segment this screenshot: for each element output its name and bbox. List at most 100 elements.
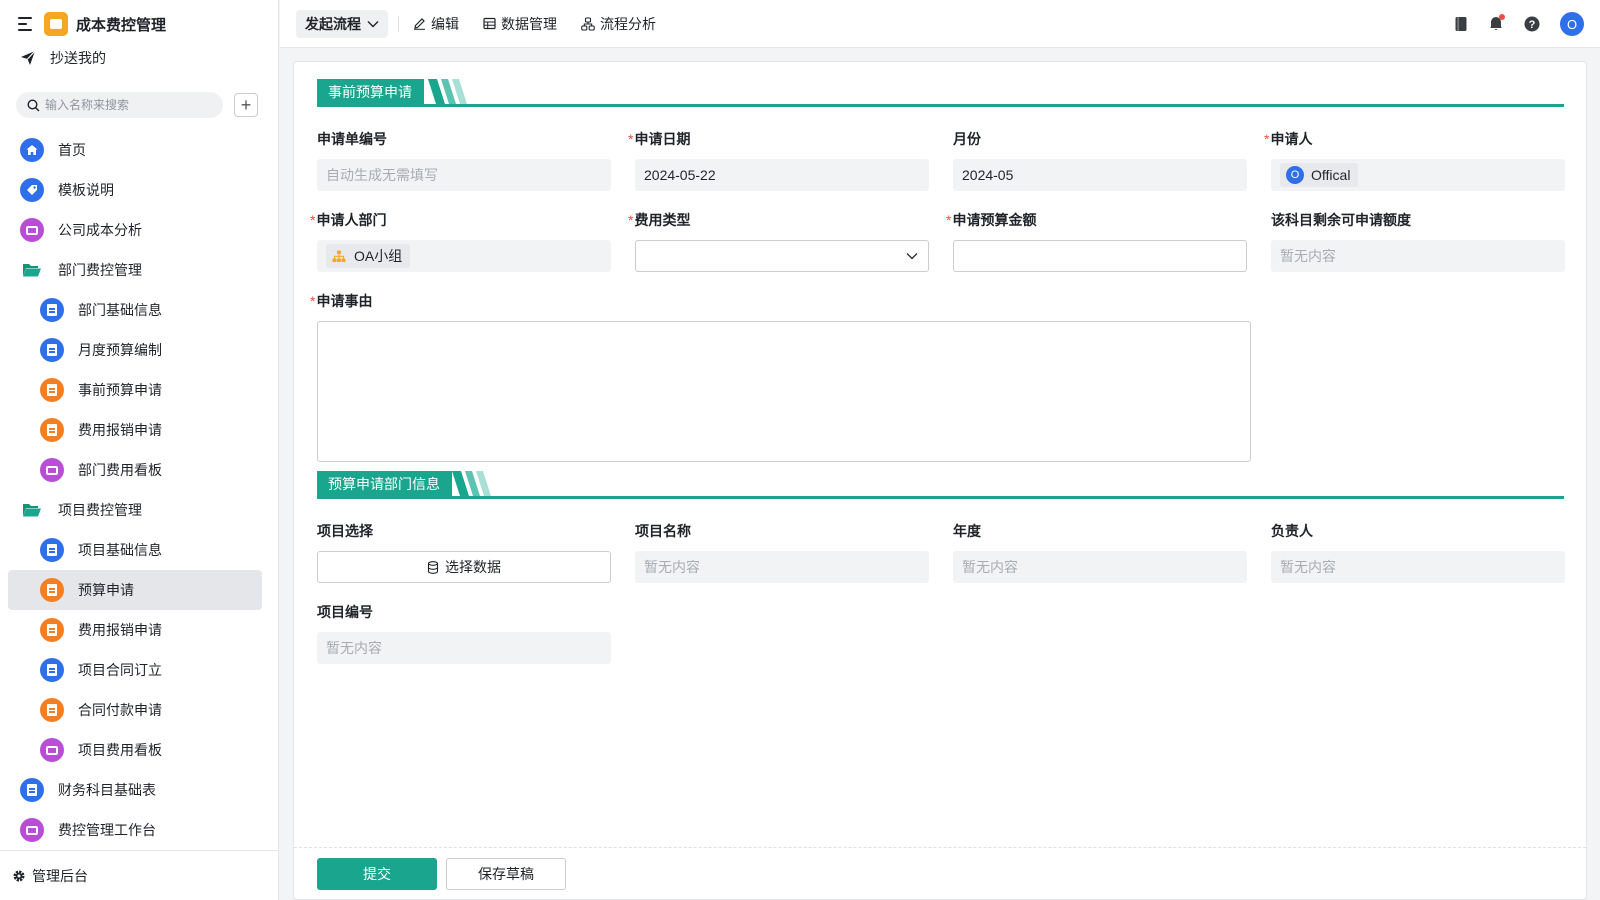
sidebar-item-label: 部门费控管理 <box>58 262 142 278</box>
sidebar-item-dept-cost-group[interactable]: 部门费控管理 <box>0 250 279 290</box>
sidebar-item-budget-request[interactable]: 预算申请 <box>8 570 262 610</box>
dashboard-icon <box>20 818 44 842</box>
edit-button[interactable]: 编辑 <box>413 14 459 34</box>
applicant-field[interactable]: O Offical <box>1271 159 1565 191</box>
sidebar-item-project-expense-reimbursement[interactable]: 费用报销申请 <box>0 610 279 650</box>
doc-icon <box>40 538 64 562</box>
select-data-label: 选择数据 <box>445 559 501 575</box>
required-mark: * <box>946 212 952 228</box>
reason-textarea[interactable] <box>317 321 1251 462</box>
field-label-wrap: * 申请人部门 <box>310 210 611 230</box>
data-management-label: 数据管理 <box>501 15 557 32</box>
sidebar-item-label: 费用报销申请 <box>78 622 162 638</box>
submit-button[interactable]: 提交 <box>317 858 437 890</box>
folder-open-icon <box>20 498 44 522</box>
owner-field: 暂无内容 <box>1271 551 1565 583</box>
dept-field[interactable]: OA小组 <box>317 240 611 272</box>
form-icon <box>40 418 64 442</box>
month-field[interactable]: 2024-05 <box>953 159 1247 191</box>
required-mark: * <box>310 212 316 228</box>
remaining-field: 暂无内容 <box>1271 240 1565 272</box>
sidebar-item-project-contract[interactable]: 项目合同订立 <box>0 650 279 690</box>
sidebar-item-home[interactable]: 首页 <box>0 130 279 170</box>
field-label: 项目名称 <box>635 523 691 539</box>
help-icon[interactable]: ? <box>1524 16 1540 32</box>
app-title: 成本费控管理 <box>76 16 167 34</box>
cc-me-link[interactable]: 抄送我的 <box>20 47 106 69</box>
sidebar-item-label: 事前预算申请 <box>78 382 162 398</box>
field-label: 年度 <box>953 523 981 539</box>
doc-icon <box>40 298 64 322</box>
sidebar-item-label: 首页 <box>58 142 86 158</box>
save-draft-button[interactable]: 保存草稿 <box>446 858 566 890</box>
form-icon <box>40 698 64 722</box>
chevron-down-icon <box>367 20 379 27</box>
edit-icon <box>414 18 425 30</box>
add-button[interactable]: + <box>234 93 258 117</box>
sidebar-item-finance-subject-table[interactable]: 财务科目基础表 <box>0 770 279 810</box>
sidebar-item-label: 合同付款申请 <box>78 702 162 718</box>
table-icon <box>483 17 496 30</box>
sidebar-item-label: 项目基础信息 <box>78 542 162 558</box>
sidebar-item-project-cost-group[interactable]: 项目费控管理 <box>0 490 279 530</box>
stripes-decoration <box>428 79 467 104</box>
menu-toggle-icon[interactable] <box>18 17 34 31</box>
launch-process-dropdown[interactable]: 发起流程 <box>296 9 388 38</box>
send-icon <box>21 50 36 65</box>
user-avatar[interactable]: O <box>1560 12 1584 36</box>
field-apply-no: 申请单编号 自动生成无需填写 <box>317 129 611 191</box>
select-data-button[interactable]: 选择数据 <box>317 551 611 583</box>
required-mark: * <box>1264 131 1270 147</box>
form-icon <box>40 618 64 642</box>
required-mark: * <box>628 131 634 147</box>
field-label: 费用类型 <box>634 212 691 228</box>
field-fee-type: * 费用类型 <box>628 210 929 272</box>
notebook-icon[interactable] <box>1454 16 1468 32</box>
sidebar-item-monthly-budget[interactable]: 月度预算编制 <box>0 330 279 370</box>
sidebar-item-label: 费用报销申请 <box>78 422 162 438</box>
sidebar-item-pre-budget-request[interactable]: 事前预算申请 <box>0 370 279 410</box>
field-label: 申请日期 <box>634 131 691 147</box>
sidebar-item-dept-basic-info[interactable]: 部门基础信息 <box>0 290 279 330</box>
field-label-wrap: * 申请人 <box>1264 129 1565 149</box>
section-header-pre-budget: 事前预算申请 <box>317 79 1564 107</box>
flow-analysis-button[interactable]: 流程分析 <box>581 14 656 34</box>
year-field: 暂无内容 <box>953 551 1247 583</box>
applicant-chip: O Offical <box>1280 163 1359 187</box>
apply-date-field[interactable]: 2024-05-22 <box>635 159 929 191</box>
field-label-wrap: * 申请事由 <box>310 291 1251 311</box>
dashboard-icon <box>40 458 64 482</box>
search-input[interactable] <box>45 98 215 112</box>
field-label: 申请人 <box>1270 131 1313 147</box>
data-management-button[interactable]: 数据管理 <box>483 14 557 34</box>
required-mark: * <box>310 293 316 309</box>
sidebar-item-cost-control-workbench[interactable]: 费控管理工作台 <box>0 810 279 850</box>
sidebar-item-company-cost-analysis[interactable]: 公司成本分析 <box>0 210 279 250</box>
applicant-name: Offical <box>1311 167 1351 183</box>
amount-input[interactable] <box>953 240 1247 272</box>
sidebar-item-dept-expense-board[interactable]: 部门费用看板 <box>0 450 279 490</box>
fee-type-select[interactable] <box>635 240 929 272</box>
sidebar-item-label: 项目合同订立 <box>78 662 162 678</box>
folder-open-icon <box>20 258 44 282</box>
search-box <box>16 92 223 118</box>
sidebar-item-label: 费控管理工作台 <box>58 822 156 838</box>
sidebar-item-project-expense-board[interactable]: 项目费用看板 <box>0 730 279 770</box>
field-label: 申请事由 <box>316 293 373 309</box>
sidebar-nav: 首页 模板说明 公司成本分析 部门费控管理 部门基础信息 月度预算编制 事前预算… <box>0 130 279 850</box>
form-icon <box>40 578 64 602</box>
home-icon <box>20 138 44 162</box>
admin-console-link[interactable]: 管理后台 <box>0 850 279 900</box>
sidebar-item-expense-reimbursement[interactable]: 费用报销申请 <box>0 410 279 450</box>
sidebar-item-project-basic-info[interactable]: 项目基础信息 <box>0 530 279 570</box>
cc-me-label: 抄送我的 <box>50 50 106 66</box>
field-owner: 负责人 暂无内容 <box>1271 521 1565 583</box>
sidebar-item-template-guide[interactable]: 模板说明 <box>0 170 279 210</box>
sidebar-item-contract-payment[interactable]: 合同付款申请 <box>0 690 279 730</box>
notification-bell-icon[interactable] <box>1488 13 1505 34</box>
field-label: 申请人部门 <box>316 212 387 228</box>
field-project-select: 项目选择 选择数据 <box>317 521 611 583</box>
dept-name: OA小组 <box>354 248 403 264</box>
field-label: 申请预算金额 <box>952 212 1037 228</box>
toolbar-divider <box>398 15 399 32</box>
